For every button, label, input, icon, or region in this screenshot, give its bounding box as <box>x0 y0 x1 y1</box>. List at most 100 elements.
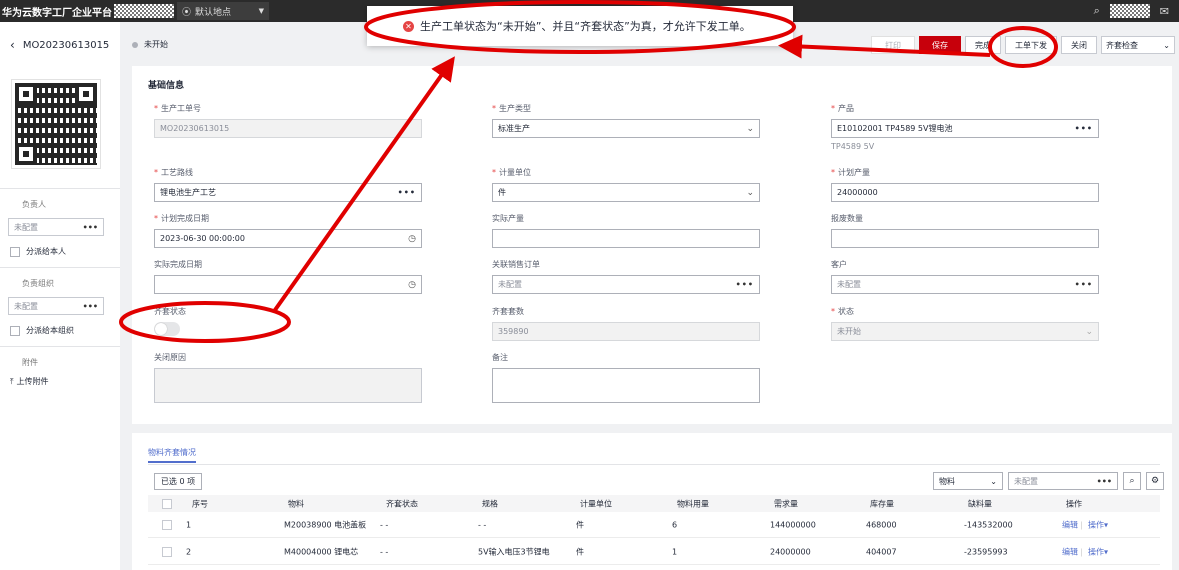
scrap-input[interactable] <box>831 229 1099 248</box>
more-actions-link[interactable]: 操作▾ <box>1088 519 1108 530</box>
col-actions: 操作 <box>1066 499 1082 508</box>
row-stock: 468000 <box>866 520 897 529</box>
upload-icon: ⤒ <box>10 376 14 386</box>
row-material: M40004000 锂电芯 <box>284 547 359 556</box>
kit-count-input[interactable]: 359890 <box>492 322 760 341</box>
route-selector[interactable]: 锂电池生产工艺 ••• <box>154 183 422 202</box>
actual-qty-input[interactable] <box>492 229 760 248</box>
remark-textarea[interactable] <box>492 368 760 403</box>
more-dots-icon[interactable]: ••• <box>736 280 754 289</box>
more-dots-icon[interactable]: ••• <box>83 223 98 232</box>
save-button[interactable]: 保存 <box>919 36 961 54</box>
owner-label: 负责人 <box>22 200 46 209</box>
plan-qty-label: * 计划产量 <box>831 168 870 177</box>
product-spec: TP4589 5V <box>831 142 875 151</box>
col-shortage: 缺料量 <box>968 499 992 508</box>
status-dot <box>132 41 138 48</box>
unit-select[interactable]: 件 ⌄ <box>492 183 760 202</box>
close-reason-textarea[interactable] <box>154 368 422 403</box>
more-dots-icon[interactable]: ••• <box>1075 124 1093 133</box>
location-label: 默认地点 <box>195 7 232 18</box>
row-unit: 件 <box>576 520 584 529</box>
more-dots-icon[interactable]: ••• <box>1097 477 1112 486</box>
upload-attachment-button[interactable]: ⤒ 上传附件 <box>0 368 120 387</box>
material-filter-input[interactable]: 未配置 ••• <box>1008 472 1118 490</box>
sales-order-selector[interactable]: 未配置 ••• <box>492 275 760 294</box>
more-dots-icon[interactable]: ••• <box>398 188 416 197</box>
col-usage: 物料用量 <box>677 499 709 508</box>
back-row: ‹ MO20230613015 <box>0 22 120 68</box>
assign-self-checkbox[interactable] <box>10 246 20 257</box>
order-code: MO20230613015 <box>22 39 110 51</box>
product-label: * 产品 <box>831 104 854 113</box>
assign-org-label: 分派给本组织 <box>26 326 74 335</box>
kit-status-toggle[interactable] <box>154 322 180 336</box>
state-select[interactable]: 未开始 ⌄ <box>831 322 1099 341</box>
scrap-field: 报废数量 <box>831 213 1099 248</box>
toolbar: 打印 保存 完成 工单下发 关闭 齐套检查 ⌄ <box>871 36 1179 54</box>
search-icon[interactable]: ⌕ <box>1094 4 1100 18</box>
row-kit: - - <box>380 520 389 529</box>
plan-date-label: * 计划完成日期 <box>154 214 209 223</box>
row-material: M20038900 电池盖板 <box>284 520 367 529</box>
search-icon[interactable]: ⌕ <box>1123 472 1141 490</box>
actual-date-field: 实际完成日期 ◷ <box>154 259 422 294</box>
plan-date-field: * 计划完成日期 2023-06-30 00:00:00 ◷ <box>154 213 422 248</box>
close-reason-label: 关闭原因 <box>154 353 186 362</box>
qr-finder-bl <box>15 143 37 165</box>
row-spec: - - <box>478 520 487 529</box>
assign-self-label: 分派给本人 <box>26 247 66 256</box>
org-selector[interactable]: 未配置 ••• <box>8 297 104 315</box>
sales-order-field: 关联销售订单 未配置 ••• <box>492 259 760 294</box>
org-value: 未配置 <box>14 301 38 311</box>
kit-status-field: 齐套状态 <box>154 306 422 336</box>
edit-link[interactable]: 编辑 <box>1062 519 1078 530</box>
mail-icon[interactable]: ✉ <box>1160 5 1169 18</box>
tab-materials[interactable]: 物料齐套情况 <box>148 447 196 463</box>
plan-qty-field: * 计划产量 24000000 <box>831 167 1099 202</box>
table-row: 1 M20038900 电池盖板 - - - - 件 6 144000000 4… <box>148 512 1160 538</box>
row-spec: 5V输入电压3节锂电 <box>478 547 550 556</box>
kit-check-label: 齐套检查 <box>1106 40 1138 50</box>
basic-info-form: 基础信息 * 生产工单号 MO20230613015 * 生产类型 标准生产 ⌄ * 产… <box>132 66 1172 424</box>
more-dots-icon[interactable]: ••• <box>1075 280 1093 289</box>
row-checkbox[interactable] <box>162 519 172 530</box>
row-unit: 件 <box>576 547 584 556</box>
more-dots-icon[interactable]: ••• <box>83 302 98 311</box>
owner-value: 未配置 <box>14 222 38 232</box>
prod-type-select[interactable]: 标准生产 ⌄ <box>492 119 760 138</box>
material-filter-select[interactable]: 物料 ⌄ <box>933 472 1003 490</box>
order-no-input[interactable]: MO20230613015 <box>154 119 422 138</box>
selected-count[interactable]: 已选 0 项 <box>154 473 202 490</box>
select-all-checkbox[interactable] <box>162 498 172 509</box>
qr-code <box>11 79 101 169</box>
kit-check-dropdown[interactable]: 齐套检查 ⌄ <box>1101 36 1175 54</box>
plan-qty-input[interactable]: 24000000 <box>831 183 1099 202</box>
plan-date-picker[interactable]: 2023-06-30 00:00:00 ◷ <box>154 229 422 248</box>
chevron-down-icon: ⌄ <box>990 476 997 486</box>
complete-button[interactable]: 完成 <box>965 36 1001 54</box>
issue-order-button[interactable]: 工单下发 <box>1005 36 1057 54</box>
print-button[interactable]: 打印 <box>871 36 915 54</box>
assign-org-row[interactable]: 分派给本组织 <box>0 315 120 336</box>
customer-selector[interactable]: 未配置 ••• <box>831 275 1099 294</box>
separator: | <box>1080 547 1083 556</box>
edit-link[interactable]: 编辑 <box>1062 546 1078 557</box>
order-no-field: * 生产工单号 MO20230613015 <box>154 103 422 138</box>
product-selector[interactable]: E10102001 TP4589 5V锂电池 ••• <box>831 119 1099 138</box>
prod-type-field: * 生产类型 标准生产 ⌄ <box>492 103 760 138</box>
location-selector[interactable]: ⦿ 默认地点 ▼ <box>177 2 269 20</box>
back-chevron-icon[interactable]: ‹ <box>10 38 15 52</box>
col-spec: 规格 <box>482 499 498 508</box>
close-button[interactable]: 关闭 <box>1061 36 1097 54</box>
owner-selector[interactable]: 未配置 ••• <box>8 218 104 236</box>
row-no: 1 <box>186 520 192 529</box>
status-text: 未开始 <box>144 40 168 49</box>
assign-org-checkbox[interactable] <box>10 325 20 336</box>
assign-self-row[interactable]: 分派给本人 <box>0 236 120 257</box>
error-icon: ✕ <box>403 20 414 32</box>
row-checkbox[interactable] <box>162 546 172 557</box>
more-actions-link[interactable]: 操作▾ <box>1088 546 1108 557</box>
gear-icon[interactable]: ⚙ <box>1146 472 1164 490</box>
actual-date-picker[interactable]: ◷ <box>154 275 422 294</box>
